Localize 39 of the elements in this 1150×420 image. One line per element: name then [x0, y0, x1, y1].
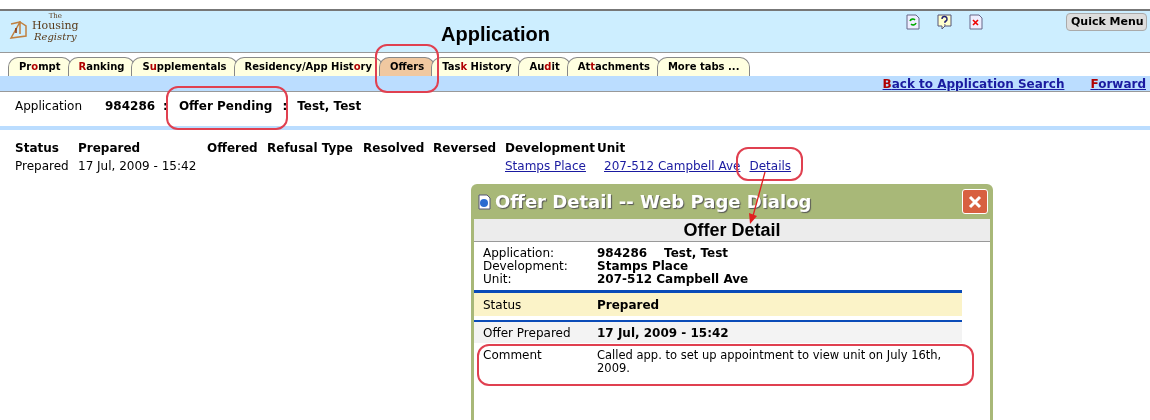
column-header: Status: [15, 140, 60, 157]
field-label: Status: [483, 296, 523, 314]
development-link[interactable]: Stamps Place: [505, 157, 597, 175]
logo-text: Registry: [33, 31, 77, 42]
details-link[interactable]: Details: [749, 157, 792, 175]
application-number: 984286: [105, 98, 156, 115]
column-header: Offered: [207, 140, 259, 157]
field-label: Unit:: [483, 273, 512, 286]
field-value: 207-512 Campbell Ave: [597, 273, 749, 286]
field-label: Application:: [483, 247, 555, 260]
field-value: Stamps Place: [597, 260, 689, 273]
field-value: Prepared: [597, 296, 660, 314]
application-label: Application: [15, 98, 84, 115]
application-status: Offer Pending: [178, 98, 273, 115]
tab[interactable]: More tabs ...: [656, 57, 751, 76]
comment-text: Called app. to set up appointment to view unit on July 16th, 2009.: [597, 349, 943, 375]
table-cell-text: Prepared: [15, 158, 70, 175]
column-header: Unit: [597, 140, 627, 157]
nav-link[interactable]: Forward: [1090, 76, 1146, 91]
quick-menu-button[interactable]: Quick Menu: [1066, 13, 1147, 31]
applicant-name: Test, Test: [297, 98, 362, 115]
field-value: 17 Jul, 2009 - 15:42: [597, 327, 729, 340]
field-label: Offer Prepared: [483, 327, 572, 340]
page-title: Application: [441, 22, 550, 47]
column-header: Development: [505, 140, 596, 157]
dialog-heading: Offer Detail: [683, 218, 781, 242]
logo-text: Housing: [32, 20, 79, 31]
column-header: Prepared: [78, 140, 142, 157]
table-cell-text: 17 Jul, 2009 - 15:42: [78, 158, 198, 175]
nav-link[interactable]: Back to Application Search: [882, 76, 1065, 91]
column-header: Reversed: [433, 140, 498, 157]
field-label: Comment: [483, 349, 543, 364]
field-value: Test, Test: [664, 247, 729, 260]
field-label: Development:: [483, 260, 569, 273]
field-value: 984286: [597, 247, 648, 260]
separator: :: [163, 98, 168, 115]
separator: :: [282, 98, 288, 115]
column-header: Refusal Type: [267, 140, 354, 157]
column-header: Resolved: [363, 140, 426, 157]
